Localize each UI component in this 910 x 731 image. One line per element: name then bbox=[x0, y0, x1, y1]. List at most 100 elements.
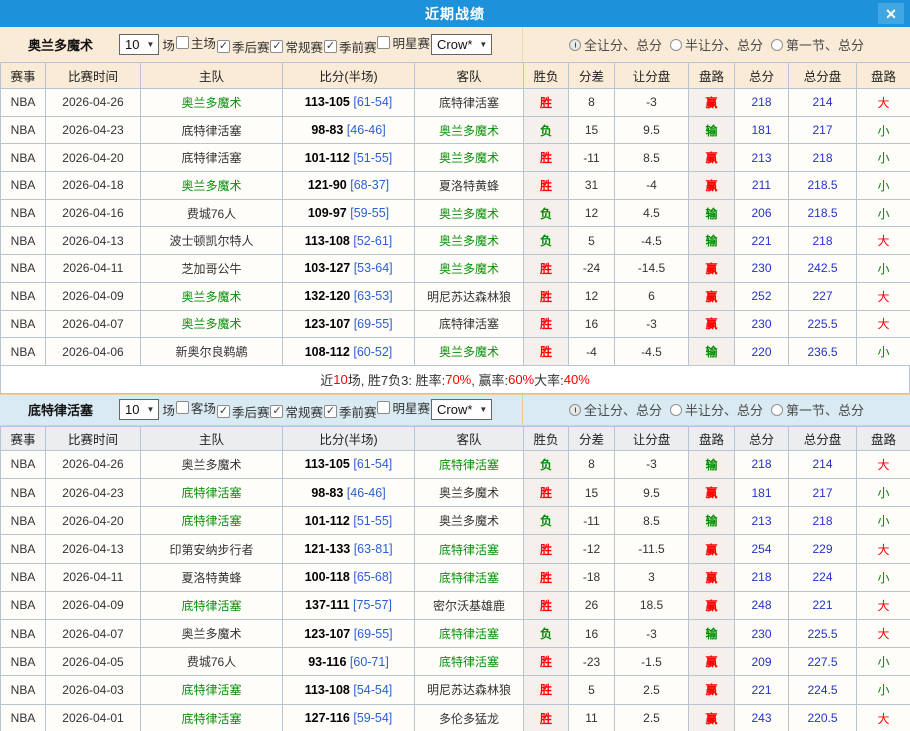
filter-checkbox-客场[interactable]: 客场 bbox=[176, 398, 217, 417]
column-header: 盘路 bbox=[857, 426, 910, 450]
column-header: 让分盘 bbox=[615, 63, 689, 89]
filter-checkbox-常规赛[interactable]: ✓常规赛 bbox=[270, 37, 324, 56]
cell-point-diff: -18 bbox=[569, 563, 615, 591]
checkbox-label: 季前赛 bbox=[339, 37, 377, 56]
cell-league: NBA bbox=[1, 704, 46, 731]
filter-radio-全让分、总分[interactable]: 全让分、总分 bbox=[569, 35, 662, 54]
cell-home-team: 底特律活塞 bbox=[141, 144, 283, 172]
column-header: 总分 bbox=[735, 63, 789, 89]
game-row: NBA2026-04-06新奥尔良鹈鹕108-112 [60-52]奥兰多魔术胜… bbox=[1, 338, 910, 366]
cell-over-under: 小 bbox=[857, 172, 910, 200]
half-score: [63-81] bbox=[350, 542, 392, 556]
cell-league: NBA bbox=[1, 144, 46, 172]
column-header: 主队 bbox=[141, 63, 283, 89]
filter-checkbox-明星赛[interactable]: 明星赛 bbox=[377, 398, 431, 417]
cell-home-team: 底特律活塞 bbox=[141, 479, 283, 507]
filter-radio-半让分、总分[interactable]: 半让分、总分 bbox=[670, 35, 763, 54]
cell-handicap-line: -3 bbox=[615, 310, 689, 338]
games-count-select[interactable]: 10 ▼ bbox=[119, 399, 159, 420]
cell-handicap-line: -11.5 bbox=[615, 535, 689, 563]
full-score: 113-108 bbox=[305, 683, 350, 697]
half-score: [63-53] bbox=[350, 289, 392, 303]
cell-total-points: 230 bbox=[735, 255, 789, 283]
cell-score: 101-112 [51-55] bbox=[283, 507, 415, 535]
half-score: [69-55] bbox=[350, 317, 392, 331]
cell-home-team: 奥兰多魔术 bbox=[141, 620, 283, 648]
cell-total-points: 252 bbox=[735, 282, 789, 310]
cell-away-team: 明尼苏达森林狼 bbox=[415, 676, 524, 704]
cell-score: 98-83 [46-46] bbox=[283, 116, 415, 144]
cell-date: 2026-04-13 bbox=[46, 227, 141, 255]
column-header: 分差 bbox=[569, 426, 615, 450]
cell-over-under: 小 bbox=[857, 199, 910, 227]
filter-radio-第一节、总分[interactable]: 第一节、总分 bbox=[771, 400, 864, 419]
full-score: 108-112 bbox=[305, 345, 350, 359]
team-name: 奥兰多魔术 bbox=[28, 35, 93, 54]
cell-away-team: 底特律活塞 bbox=[415, 535, 524, 563]
cell-total-line: 217 bbox=[789, 116, 857, 144]
cell-win-loss: 负 bbox=[524, 116, 569, 144]
cell-score: 93-116 [60-71] bbox=[283, 648, 415, 676]
source-select[interactable]: Crow* ▼ bbox=[431, 399, 492, 420]
half-score: [65-68] bbox=[350, 570, 392, 584]
cell-date: 2026-04-26 bbox=[46, 89, 141, 117]
cell-point-diff: 5 bbox=[569, 676, 615, 704]
filter-radio-半让分、总分[interactable]: 半让分、总分 bbox=[670, 400, 763, 419]
filter-checkbox-常规赛[interactable]: ✓常规赛 bbox=[270, 402, 324, 421]
game-row: NBA2026-04-26奥兰多魔术113-105 [61-54]底特律活塞负8… bbox=[1, 450, 910, 478]
cell-over-under: 大 bbox=[857, 89, 910, 117]
cell-home-team: 底特律活塞 bbox=[141, 676, 283, 704]
game-row: NBA2026-04-20底特律活塞101-112 [51-55]奥兰多魔术负-… bbox=[1, 507, 910, 535]
cell-point-diff: 8 bbox=[569, 89, 615, 117]
close-button[interactable]: ✕ bbox=[878, 3, 904, 24]
checkbox-label: 客场 bbox=[191, 398, 216, 417]
filter-radio-第一节、总分[interactable]: 第一节、总分 bbox=[771, 35, 864, 54]
game-row: NBA2026-04-13印第安纳步行者121-133 [63-81]底特律活塞… bbox=[1, 535, 910, 563]
cell-total-points: 221 bbox=[735, 676, 789, 704]
cell-win-loss: 胜 bbox=[524, 338, 569, 366]
cell-total-line: 218 bbox=[789, 144, 857, 172]
checkbox-label: 常规赛 bbox=[285, 402, 323, 421]
games-count-select[interactable]: 10 ▼ bbox=[119, 34, 159, 55]
cell-date: 2026-04-20 bbox=[46, 144, 141, 172]
cell-total-points: 218 bbox=[735, 563, 789, 591]
column-header: 总分 bbox=[735, 426, 789, 450]
column-header: 盘路 bbox=[689, 63, 735, 89]
column-header: 客队 bbox=[415, 426, 524, 450]
cell-home-team: 奥兰多魔术 bbox=[141, 89, 283, 117]
radio-icon bbox=[771, 39, 783, 51]
filter-checkbox-季前赛[interactable]: ✓季前赛 bbox=[324, 402, 378, 421]
cell-win-loss: 胜 bbox=[524, 648, 569, 676]
cell-home-team: 奥兰多魔术 bbox=[141, 310, 283, 338]
game-row: NBA2026-04-26奥兰多魔术113-105 [61-54]底特律活塞胜8… bbox=[1, 89, 910, 117]
cell-away-team: 底特律活塞 bbox=[415, 89, 524, 117]
cell-home-team: 波士顿凯尔特人 bbox=[141, 227, 283, 255]
radio-label: 半让分、总分 bbox=[685, 400, 763, 419]
cell-handicap-result: 赢 bbox=[689, 535, 735, 563]
column-header: 总分盘 bbox=[789, 63, 857, 89]
cell-date: 2026-04-18 bbox=[46, 172, 141, 200]
cell-away-team: 奥兰多魔术 bbox=[415, 479, 524, 507]
cell-total-line: 225.5 bbox=[789, 620, 857, 648]
filter-radio-全让分、总分[interactable]: 全让分、总分 bbox=[569, 400, 662, 419]
summary-text: 10 bbox=[333, 372, 347, 387]
cell-home-team: 费城76人 bbox=[141, 199, 283, 227]
checkbox-label: 季前赛 bbox=[339, 402, 377, 421]
section-detroit-pistons: 底特律活塞 10 ▼ 场 客场✓季后赛✓常规赛✓季前赛明星赛 Crow* ▼ 全… bbox=[0, 394, 910, 731]
cell-handicap-result: 赢 bbox=[689, 255, 735, 283]
filter-checkbox-季后赛[interactable]: ✓季后赛 bbox=[217, 402, 271, 421]
cell-over-under: 小 bbox=[857, 676, 910, 704]
cell-score: 100-118 [65-68] bbox=[283, 563, 415, 591]
filter-checkbox-季前赛[interactable]: ✓季前赛 bbox=[324, 37, 378, 56]
cell-win-loss: 胜 bbox=[524, 144, 569, 172]
column-header: 比分(半场) bbox=[283, 426, 415, 450]
filter-checkbox-明星赛[interactable]: 明星赛 bbox=[377, 33, 431, 52]
cell-total-line: 225.5 bbox=[789, 310, 857, 338]
filter-checkbox-季后赛[interactable]: ✓季后赛 bbox=[217, 37, 271, 56]
cell-score: 98-83 [46-46] bbox=[283, 479, 415, 507]
radio-label: 全让分、总分 bbox=[584, 400, 662, 419]
filter-checkbox-主场[interactable]: 主场 bbox=[176, 33, 217, 52]
source-select[interactable]: Crow* ▼ bbox=[431, 34, 492, 55]
radio-icon bbox=[670, 404, 682, 416]
cell-date: 2026-04-11 bbox=[46, 255, 141, 283]
